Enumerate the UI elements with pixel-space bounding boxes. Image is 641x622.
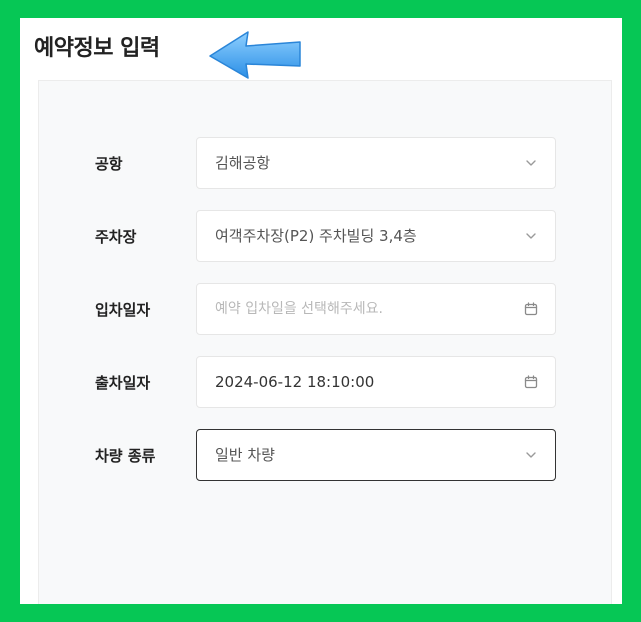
vehicle-type-value: 일반 차량 <box>215 446 275 464</box>
chevron-down-icon <box>526 233 536 239</box>
exit-date-label: 출차일자 <box>95 374 151 392</box>
parking-value: 여객주차장(P2) 주차빌딩 3,4층 <box>215 227 417 245</box>
page-title: 예약정보 입력 <box>34 36 160 61</box>
parking-select[interactable]: 여객주차장(P2) 주차빌딩 3,4층 <box>196 210 556 262</box>
entry-date-label: 입차일자 <box>95 301 151 319</box>
airport-row: 공항 김해공항 <box>39 137 611 191</box>
calendar-icon[interactable] <box>523 374 539 390</box>
exit-date-row: 출차일자 2024-06-12 18:10:00 <box>39 356 611 410</box>
airport-select[interactable]: 김해공항 <box>196 137 556 189</box>
exit-date-value: 2024-06-12 18:10:00 <box>215 373 375 391</box>
reservation-frame: 예약정보 입력 공항 김해공항 주차장 여객주차장(P2) 주차빌딩 3,4층 <box>20 18 622 604</box>
arrow-left-icon <box>209 31 301 79</box>
chevron-down-icon <box>526 452 536 458</box>
airport-value: 김해공항 <box>215 154 271 172</box>
entry-date-placeholder: 예약 입차일을 선택해주세요. <box>215 301 383 317</box>
vehicle-type-row: 차량 종류 일반 차량 <box>39 429 611 483</box>
vehicle-type-select[interactable]: 일반 차량 <box>196 429 556 481</box>
calendar-icon[interactable] <box>523 301 539 317</box>
parking-label: 주차장 <box>95 228 137 246</box>
vehicle-type-label: 차량 종류 <box>95 447 156 465</box>
parking-row: 주차장 여객주차장(P2) 주차빌딩 3,4층 <box>39 210 611 264</box>
exit-date-field[interactable]: 2024-06-12 18:10:00 <box>196 356 556 408</box>
airport-label: 공항 <box>95 155 123 173</box>
form-panel: 공항 김해공항 주차장 여객주차장(P2) 주차빌딩 3,4층 입차일자 예약 … <box>38 80 612 604</box>
entry-date-row: 입차일자 예약 입차일을 선택해주세요. <box>39 283 611 337</box>
entry-date-field[interactable]: 예약 입차일을 선택해주세요. <box>196 283 556 335</box>
chevron-down-icon <box>526 160 536 166</box>
